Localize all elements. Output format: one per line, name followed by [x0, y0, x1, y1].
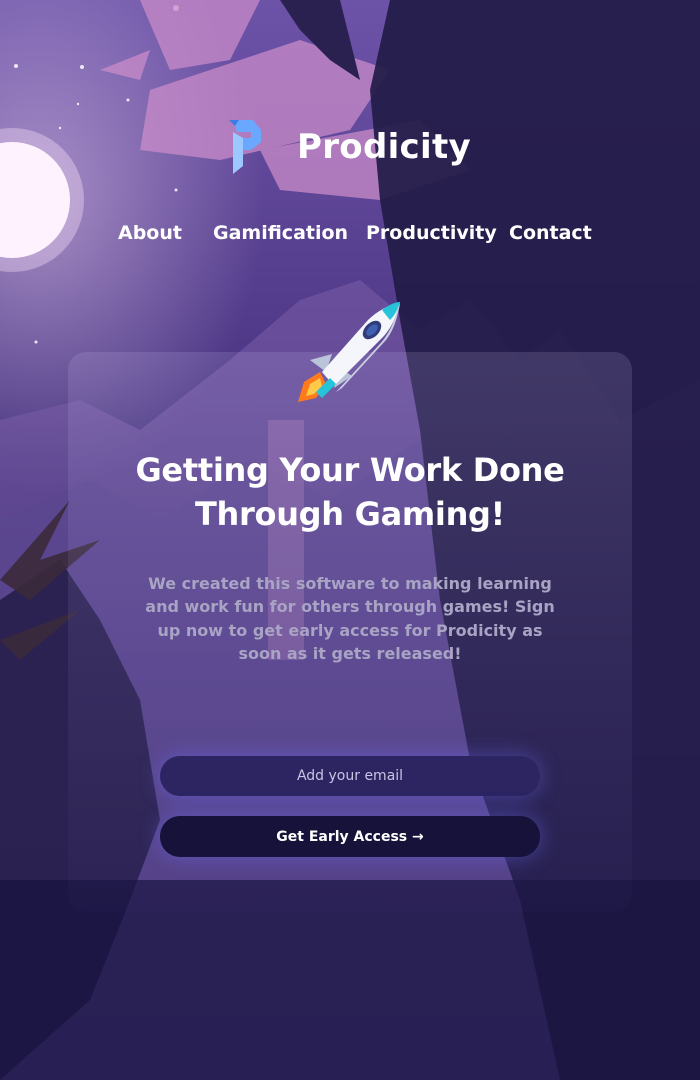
- nav-link-gamification[interactable]: Gamification: [213, 222, 348, 244]
- hero-headline-line2: Through Gaming!: [195, 495, 505, 533]
- nav-link-productivity[interactable]: Productivity: [366, 222, 497, 244]
- get-early-access-button[interactable]: Get Early Access →: [160, 816, 540, 857]
- main-nav: About Gamification Productivity Contact: [0, 222, 700, 252]
- p-logo-icon[interactable]: [229, 116, 263, 178]
- hero-headline-line1: Getting Your Work Done: [135, 451, 565, 489]
- hero-subtext: We created this software to making learn…: [145, 574, 555, 663]
- brand-name[interactable]: Prodicity: [297, 127, 471, 167]
- rocket-icon: [286, 298, 406, 410]
- hero-headline: Getting Your Work Done Through Gaming!: [100, 448, 600, 536]
- nav-link-contact[interactable]: Contact: [509, 222, 592, 244]
- brand-header: Prodicity: [0, 112, 700, 182]
- nav-link-about[interactable]: About: [118, 222, 182, 244]
- email-input[interactable]: [160, 756, 540, 796]
